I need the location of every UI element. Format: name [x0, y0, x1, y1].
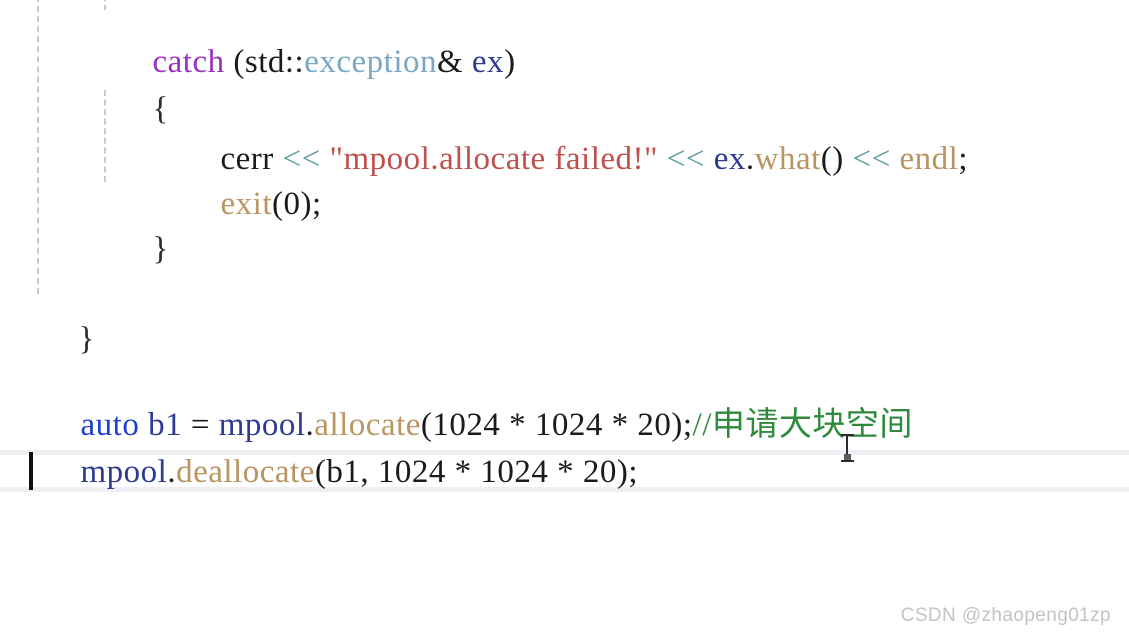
code-line-cerr[interactable]: cerr << "mpool.allocate failed!" << ex.w… [0, 92, 1129, 177]
code-line-close-brace-inner[interactable]: } [0, 182, 1129, 267]
code-line-allocate[interactable]: auto b1 = mpool.allocate(1024 * 1024 * 2… [0, 358, 1129, 443]
close-brace-inner: } [152, 231, 169, 267]
close-brace-outer: } [78, 321, 95, 357]
variable-mpool: mpool [80, 454, 168, 490]
code-line-close-brace-outer[interactable]: } [0, 272, 1129, 357]
code-line-deallocate[interactable]: mpool.deallocate(b1, 1024 * 1024 * 20); [0, 405, 1129, 490]
code-line-exit[interactable]: exit(0); [0, 137, 1129, 222]
function-deallocate: deallocate [176, 454, 315, 490]
editor-screenshot: catch catch (std::exception& ex) { cerr … [0, 0, 1129, 635]
deallocate-args: (b1, 1024 * 1024 * 20) [314, 454, 629, 490]
semicolon: ; [628, 454, 638, 490]
code-line-open-brace[interactable]: { [0, 42, 1129, 127]
csdn-watermark: CSDN @zhaopeng01zp [900, 605, 1111, 626]
code-line-catch[interactable]: catch (std::exception& ex) [0, 0, 1129, 80]
dot: . [167, 454, 177, 490]
ibeam-bottom-bar [841, 460, 854, 462]
code-editor-surface[interactable]: catch catch (std::exception& ex) { cerr … [0, 0, 1129, 635]
mouse-ibeam-cursor [841, 434, 854, 462]
